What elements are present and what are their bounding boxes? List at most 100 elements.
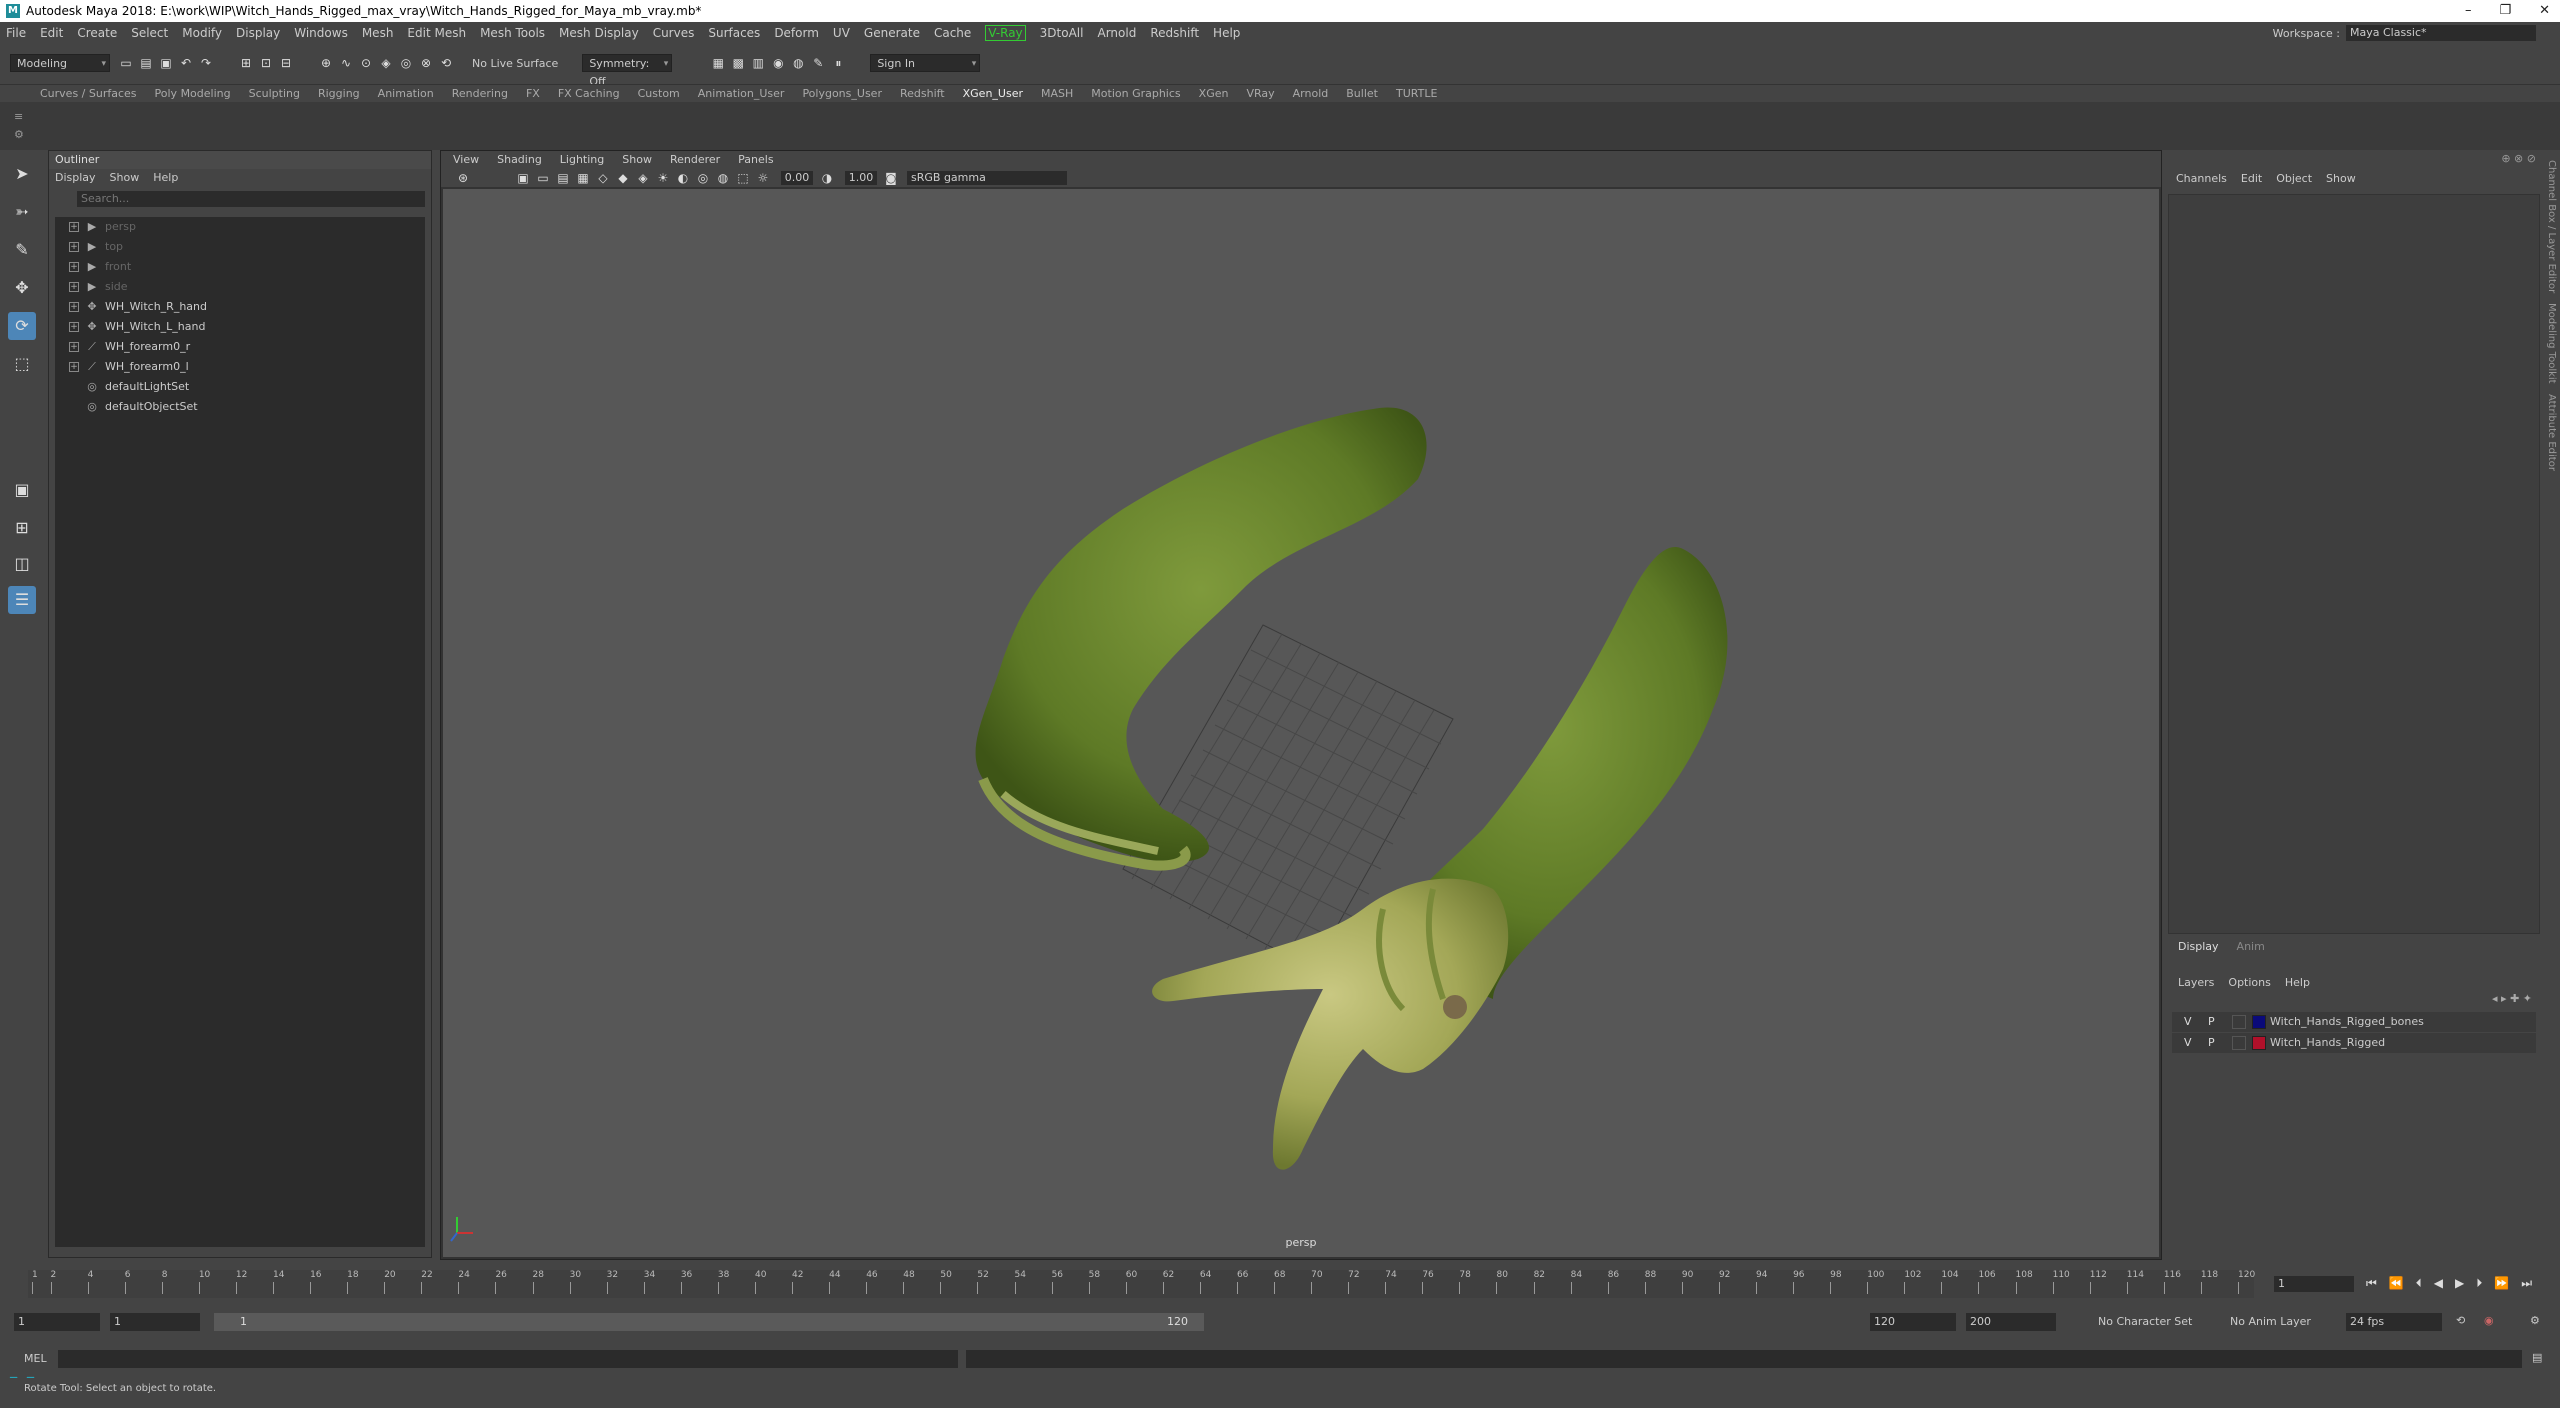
- paint-select-icon[interactable]: ✎: [8, 236, 36, 264]
- shelf-menu-icon[interactable]: ≡: [14, 110, 23, 123]
- menu-v-ray[interactable]: V-Ray: [985, 25, 1026, 41]
- layer-tab-anim[interactable]: Anim: [2237, 940, 2265, 953]
- exposure-field[interactable]: 0.00: [781, 171, 813, 185]
- channel-menu-channels[interactable]: Channels: [2176, 172, 2227, 185]
- playback-end-field[interactable]: 120: [1870, 1313, 1956, 1331]
- side-tab[interactable]: Modeling Toolkit: [2546, 303, 2557, 384]
- layer-menu-layers[interactable]: Layers: [2178, 976, 2214, 989]
- scale-tool-icon[interactable]: ⬚: [8, 350, 36, 378]
- menu-mesh-display[interactable]: Mesh Display: [559, 26, 639, 40]
- outliner-menu-help[interactable]: Help: [153, 171, 178, 184]
- undo-icon[interactable]: ↶: [178, 55, 194, 71]
- viewport-menu-show[interactable]: Show: [622, 153, 652, 166]
- menu-3dtoall[interactable]: 3DtoAll: [1040, 26, 1084, 40]
- single-perspective-icon[interactable]: ▣: [8, 476, 36, 504]
- xray-icon[interactable]: ◎: [695, 170, 711, 186]
- go-to-end-icon[interactable]: ⏭: [2521, 1276, 2532, 1291]
- layer-type-box[interactable]: [2232, 1015, 2246, 1029]
- step-back-key-icon[interactable]: ⏪: [2389, 1276, 2404, 1291]
- layer-type-box[interactable]: [2232, 1036, 2246, 1050]
- shelf-tab-poly-modeling[interactable]: Poly Modeling: [155, 87, 231, 100]
- snap-live-icon[interactable]: ⊗: [418, 55, 434, 71]
- menu-help[interactable]: Help: [1213, 26, 1240, 40]
- shelf-tab-xgen[interactable]: XGen: [1199, 87, 1229, 100]
- anim-prefs-icon[interactable]: ⚙: [2530, 1314, 2540, 1327]
- hypershade-icon[interactable]: ◍: [790, 55, 806, 71]
- menu-curves[interactable]: Curves: [653, 26, 695, 40]
- outliner-item[interactable]: + ⟋ WH_forearm0_l: [55, 357, 425, 377]
- step-forward-icon[interactable]: ⏵: [2476, 1276, 2482, 1291]
- menu-arnold[interactable]: Arnold: [1097, 26, 1136, 40]
- live-surface-label[interactable]: No Live Surface: [472, 57, 558, 70]
- fps-dropdown[interactable]: 24 fps: [2346, 1313, 2442, 1331]
- move-layer-up-icon[interactable]: ◂: [2492, 992, 2498, 1005]
- outliner-item[interactable]: + ⟋ WH_forearm0_r: [55, 337, 425, 357]
- outliner-item[interactable]: ◎ defaultObjectSet: [55, 397, 425, 417]
- ipr-icon[interactable]: ▥: [750, 55, 766, 71]
- layer-menu-help[interactable]: Help: [2285, 976, 2310, 989]
- shelf-tab-turtle[interactable]: TURTLE: [1396, 87, 1437, 100]
- range-bar[interactable]: 1 120: [214, 1313, 1204, 1331]
- open-scene-icon[interactable]: ▤: [138, 55, 154, 71]
- viewport-menu-panels[interactable]: Panels: [738, 153, 773, 166]
- viewport-menu-shading[interactable]: Shading: [497, 153, 542, 166]
- shelf-tab-arnold[interactable]: Arnold: [1293, 87, 1329, 100]
- save-scene-icon[interactable]: ▣: [158, 55, 174, 71]
- select-hierarchy-icon[interactable]: ⊞: [238, 55, 254, 71]
- viewport-scene[interactable]: persp: [443, 189, 2159, 1257]
- side-tab[interactable]: Channel Box / Layer Editor: [2546, 160, 2557, 293]
- expand-icon[interactable]: +: [69, 282, 79, 292]
- camera-select-icon[interactable]: ⊛: [455, 170, 471, 186]
- shelf-tab-rendering[interactable]: Rendering: [452, 87, 508, 100]
- camera-attrs-icon[interactable]: ▣: [515, 170, 531, 186]
- shelf-tab-motion-graphics[interactable]: Motion Graphics: [1091, 87, 1180, 100]
- outliner-layout-icon[interactable]: ☰: [8, 586, 36, 614]
- image-plane-icon[interactable]: ▤: [555, 170, 571, 186]
- script-editor-icon[interactable]: ▤: [2532, 1351, 2542, 1364]
- close-icon[interactable]: ✕: [2539, 3, 2550, 18]
- shelf-tab-animation-user[interactable]: Animation_User: [698, 87, 785, 100]
- menu-file[interactable]: File: [6, 26, 26, 40]
- mel-input[interactable]: [58, 1350, 958, 1368]
- menu-cache[interactable]: Cache: [934, 26, 971, 40]
- expand-icon[interactable]: +: [69, 262, 79, 272]
- pause-icon[interactable]: ⏸: [830, 55, 846, 71]
- menu-mesh-tools[interactable]: Mesh Tools: [480, 26, 545, 40]
- shelf-tab-animation[interactable]: Animation: [378, 87, 434, 100]
- outliner-item[interactable]: + ▶ front: [55, 257, 425, 277]
- layer-playback-toggle[interactable]: P: [2208, 1033, 2232, 1053]
- menu-edit[interactable]: Edit: [40, 26, 63, 40]
- wireframe-icon[interactable]: ◇: [595, 170, 611, 186]
- workspace-dropdown[interactable]: Maya Classic*: [2346, 25, 2536, 41]
- expand-icon[interactable]: +: [69, 362, 79, 372]
- history-icon[interactable]: ⟲: [438, 55, 454, 71]
- select-tool-icon[interactable]: ➤: [8, 160, 36, 188]
- go-to-start-icon[interactable]: ⏮: [2366, 1276, 2377, 1291]
- redo-icon[interactable]: ↷: [198, 55, 214, 71]
- expand-icon[interactable]: +: [69, 222, 79, 232]
- menu-surfaces[interactable]: Surfaces: [708, 26, 760, 40]
- shelf-tab-custom[interactable]: Custom: [638, 87, 680, 100]
- four-view-icon[interactable]: ⊞: [8, 514, 36, 542]
- viewport-menu-lighting[interactable]: Lighting: [560, 153, 604, 166]
- outliner-item[interactable]: + ▶ side: [55, 277, 425, 297]
- gamma-field[interactable]: 1.00: [845, 171, 877, 185]
- select-object-icon[interactable]: ⊡: [258, 55, 274, 71]
- channel-menu-edit[interactable]: Edit: [2241, 172, 2262, 185]
- menu-uv[interactable]: UV: [833, 26, 850, 40]
- color-management-icon[interactable]: ◙: [883, 170, 899, 186]
- expand-icon[interactable]: +: [69, 322, 79, 332]
- shadows-icon[interactable]: ◐: [675, 170, 691, 186]
- select-component-icon[interactable]: ⊟: [278, 55, 294, 71]
- shelf-tab-curves-surfaces[interactable]: Curves / Surfaces: [40, 87, 137, 100]
- anim-layer-dropdown[interactable]: No Anim Layer: [2226, 1313, 2330, 1331]
- play-forward-icon[interactable]: ▶: [2455, 1276, 2464, 1291]
- shelf-tab-fx[interactable]: FX: [526, 87, 540, 100]
- color-space-dropdown[interactable]: sRGB gamma: [907, 171, 1067, 185]
- shelf-tab-redshift[interactable]: Redshift: [900, 87, 945, 100]
- layer-tab-display[interactable]: Display: [2178, 940, 2219, 953]
- menu-generate[interactable]: Generate: [864, 26, 920, 40]
- channel-box-toggle-icons[interactable]: ⊕ ⊗ ⊘: [2501, 152, 2536, 165]
- render-sequence-icon[interactable]: ▩: [730, 55, 746, 71]
- shelf-tab-polygons-user[interactable]: Polygons_User: [802, 87, 882, 100]
